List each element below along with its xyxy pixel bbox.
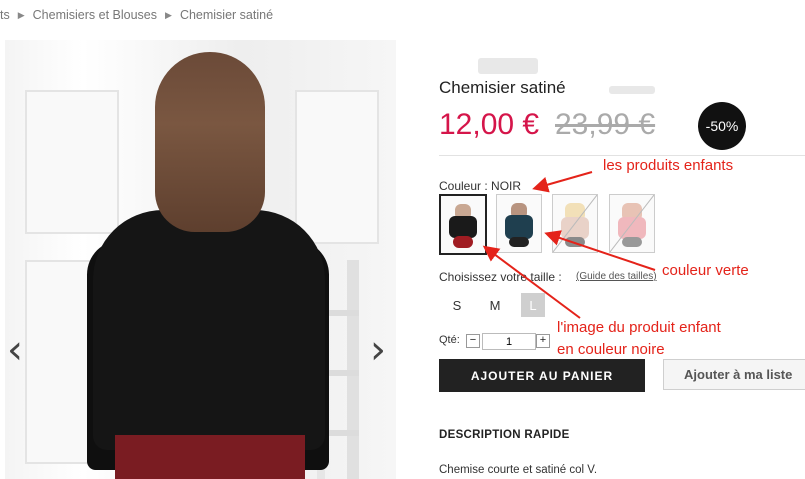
arrow-to-black-swatch bbox=[482, 245, 581, 319]
annotation-image-line2: en couleur noire bbox=[557, 341, 665, 358]
annotation-image-line1: l'image du produit enfant bbox=[557, 319, 721, 336]
annotation-green: couleur verte bbox=[662, 262, 749, 279]
arrow-to-green-swatch bbox=[544, 230, 656, 271]
annotation-children: les produits enfants bbox=[603, 157, 734, 174]
arrow-to-color-label bbox=[532, 171, 593, 193]
annotation-arrows bbox=[482, 171, 656, 319]
